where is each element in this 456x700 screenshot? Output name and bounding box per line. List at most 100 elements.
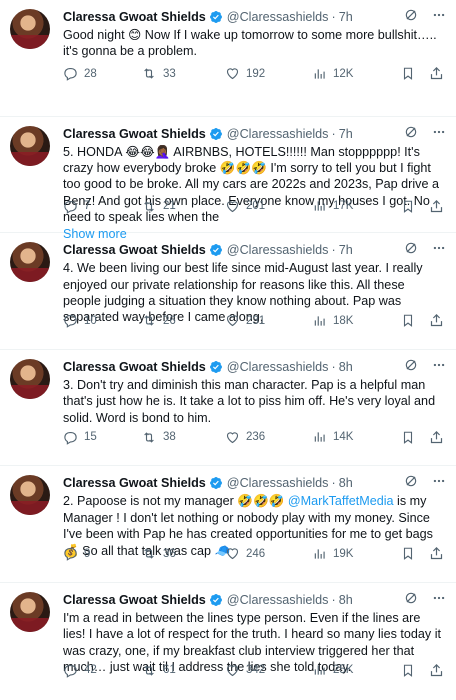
more-icon[interactable] [432, 474, 446, 488]
views-button[interactable]: 17K [313, 199, 397, 213]
grok-icon[interactable] [404, 8, 418, 22]
tweet-text-part: 2. Papoose is not my manager 🤣🤣🤣 [63, 494, 288, 509]
like-count: 246 [246, 547, 266, 560]
bookmark-icon[interactable] [401, 199, 415, 214]
tweet-actions: 28 33 192 12K [63, 66, 444, 81]
reply-button[interactable]: 10 [63, 313, 141, 328]
reply-button[interactable]: 9 [63, 546, 141, 562]
grok-icon[interactable] [404, 591, 418, 605]
timestamp[interactable]: 8h [339, 476, 353, 490]
verified-badge-icon [209, 360, 223, 374]
more-icon[interactable] [432, 8, 446, 22]
tweet[interactable]: Claressa Gwoat Shields @Claressashields … [0, 350, 456, 467]
views-count: 14K [333, 431, 354, 444]
timestamp[interactable]: 8h [339, 593, 353, 607]
author-name[interactable]: Claressa Gwoat Shields [63, 593, 206, 607]
bookmark-icon[interactable] [401, 313, 415, 328]
author-name[interactable]: Claressa Gwoat Shields [63, 10, 206, 24]
like-icon [225, 313, 240, 328]
reply-icon [63, 313, 78, 328]
avatar[interactable] [10, 242, 50, 283]
share-icon[interactable] [429, 546, 444, 561]
retweet-button[interactable]: 21 [141, 199, 225, 214]
share-icon[interactable] [429, 66, 444, 81]
tweet-feed: Claressa Gwoat Shields @Claressashields … [0, 0, 456, 700]
views-icon [313, 430, 327, 444]
tweet[interactable]: Claressa Gwoat Shields @Claressashields … [0, 466, 456, 583]
avatar[interactable] [10, 475, 50, 516]
author-handle[interactable]: @Claressashields [227, 593, 329, 607]
reply-icon [63, 663, 78, 678]
author-name[interactable]: Claressa Gwoat Shields [63, 243, 206, 257]
like-button[interactable]: 236 [225, 430, 313, 445]
retweet-button[interactable]: 36 [141, 546, 225, 561]
retweet-button[interactable]: 38 [141, 430, 225, 445]
reply-button[interactable]: 15 [63, 430, 141, 445]
avatar[interactable] [10, 125, 50, 166]
more-icon[interactable] [432, 125, 446, 139]
tweet[interactable]: Claressa Gwoat Shields @Claressashields … [0, 0, 456, 117]
retweet-button[interactable]: 61 [141, 663, 225, 678]
verified-badge-icon [209, 10, 223, 24]
views-button[interactable]: 25K [313, 663, 397, 677]
share-icon[interactable] [429, 430, 444, 445]
bookmark-icon[interactable] [401, 66, 415, 81]
views-icon [313, 199, 327, 213]
like-button[interactable]: 201 [225, 199, 313, 214]
like-button[interactable]: 246 [225, 546, 313, 561]
retweet-count: 61 [163, 664, 176, 677]
views-button[interactable]: 18K [313, 314, 397, 328]
author-handle[interactable]: @Claressashields [227, 10, 329, 24]
more-icon[interactable] [432, 591, 446, 605]
timestamp[interactable]: 7h [339, 127, 353, 141]
bookmark-icon[interactable] [401, 663, 415, 678]
retweet-button[interactable]: 26 [141, 313, 225, 328]
author-handle[interactable]: @Claressashields [227, 360, 329, 374]
reply-icon [63, 66, 78, 81]
share-icon[interactable] [429, 199, 444, 214]
retweet-icon [141, 546, 157, 561]
grok-icon[interactable] [404, 241, 418, 255]
author-name[interactable]: Claressa Gwoat Shields [63, 360, 206, 374]
tweet-text: Good night 😊 Now If I wake up tomorrow t… [63, 28, 437, 59]
share-icon[interactable] [429, 313, 444, 328]
like-button[interactable]: 342 [225, 663, 313, 678]
author-handle[interactable]: @Claressashields [227, 243, 329, 257]
retweet-icon [141, 663, 157, 678]
like-button[interactable]: 192 [225, 66, 313, 81]
views-button[interactable]: 12K [313, 67, 397, 81]
mention-link[interactable]: @MarkTaffetMedia [288, 494, 394, 508]
timestamp[interactable]: 8h [339, 360, 353, 374]
tweet[interactable]: Claressa Gwoat Shields @Claressashields … [0, 117, 456, 241]
avatar[interactable] [10, 9, 50, 49]
views-button[interactable]: 14K [313, 430, 397, 444]
author-name[interactable]: Claressa Gwoat Shields [63, 127, 206, 141]
reply-button[interactable]: 28 [63, 66, 141, 81]
bookmark-icon[interactable] [401, 430, 415, 445]
tweet-text: 3. Don't try and diminish this man chara… [63, 377, 436, 425]
grok-icon[interactable] [404, 474, 418, 488]
tweet[interactable]: Claressa Gwoat Shields @Claressashields … [0, 233, 456, 350]
tweet-actions: 15 38 236 14K [63, 430, 444, 445]
grok-icon[interactable] [404, 358, 418, 372]
reply-button[interactable]: 42 [63, 663, 141, 678]
retweet-button[interactable]: 33 [141, 66, 225, 81]
author-handle[interactable]: @Claressashields [227, 476, 329, 490]
tweet-header: Claressa Gwoat Shields @Claressashields … [63, 125, 446, 143]
author-name[interactable]: Claressa Gwoat Shields [63, 476, 206, 490]
avatar[interactable] [10, 358, 50, 399]
timestamp[interactable]: 7h [339, 243, 353, 257]
bookmark-icon[interactable] [401, 546, 415, 561]
separator-dot: · [331, 243, 336, 258]
timestamp[interactable]: 7h [339, 10, 353, 24]
grok-icon[interactable] [404, 125, 418, 139]
tweet[interactable]: Claressa Gwoat Shields @Claressashields … [0, 583, 456, 700]
like-button[interactable]: 231 [225, 313, 313, 328]
views-button[interactable]: 19K [313, 547, 397, 561]
avatar[interactable] [10, 591, 50, 632]
author-handle[interactable]: @Claressashields [227, 127, 329, 141]
reply-button[interactable]: 7 [63, 199, 141, 214]
share-icon[interactable] [429, 663, 444, 678]
more-icon[interactable] [432, 241, 446, 255]
more-icon[interactable] [432, 358, 446, 372]
